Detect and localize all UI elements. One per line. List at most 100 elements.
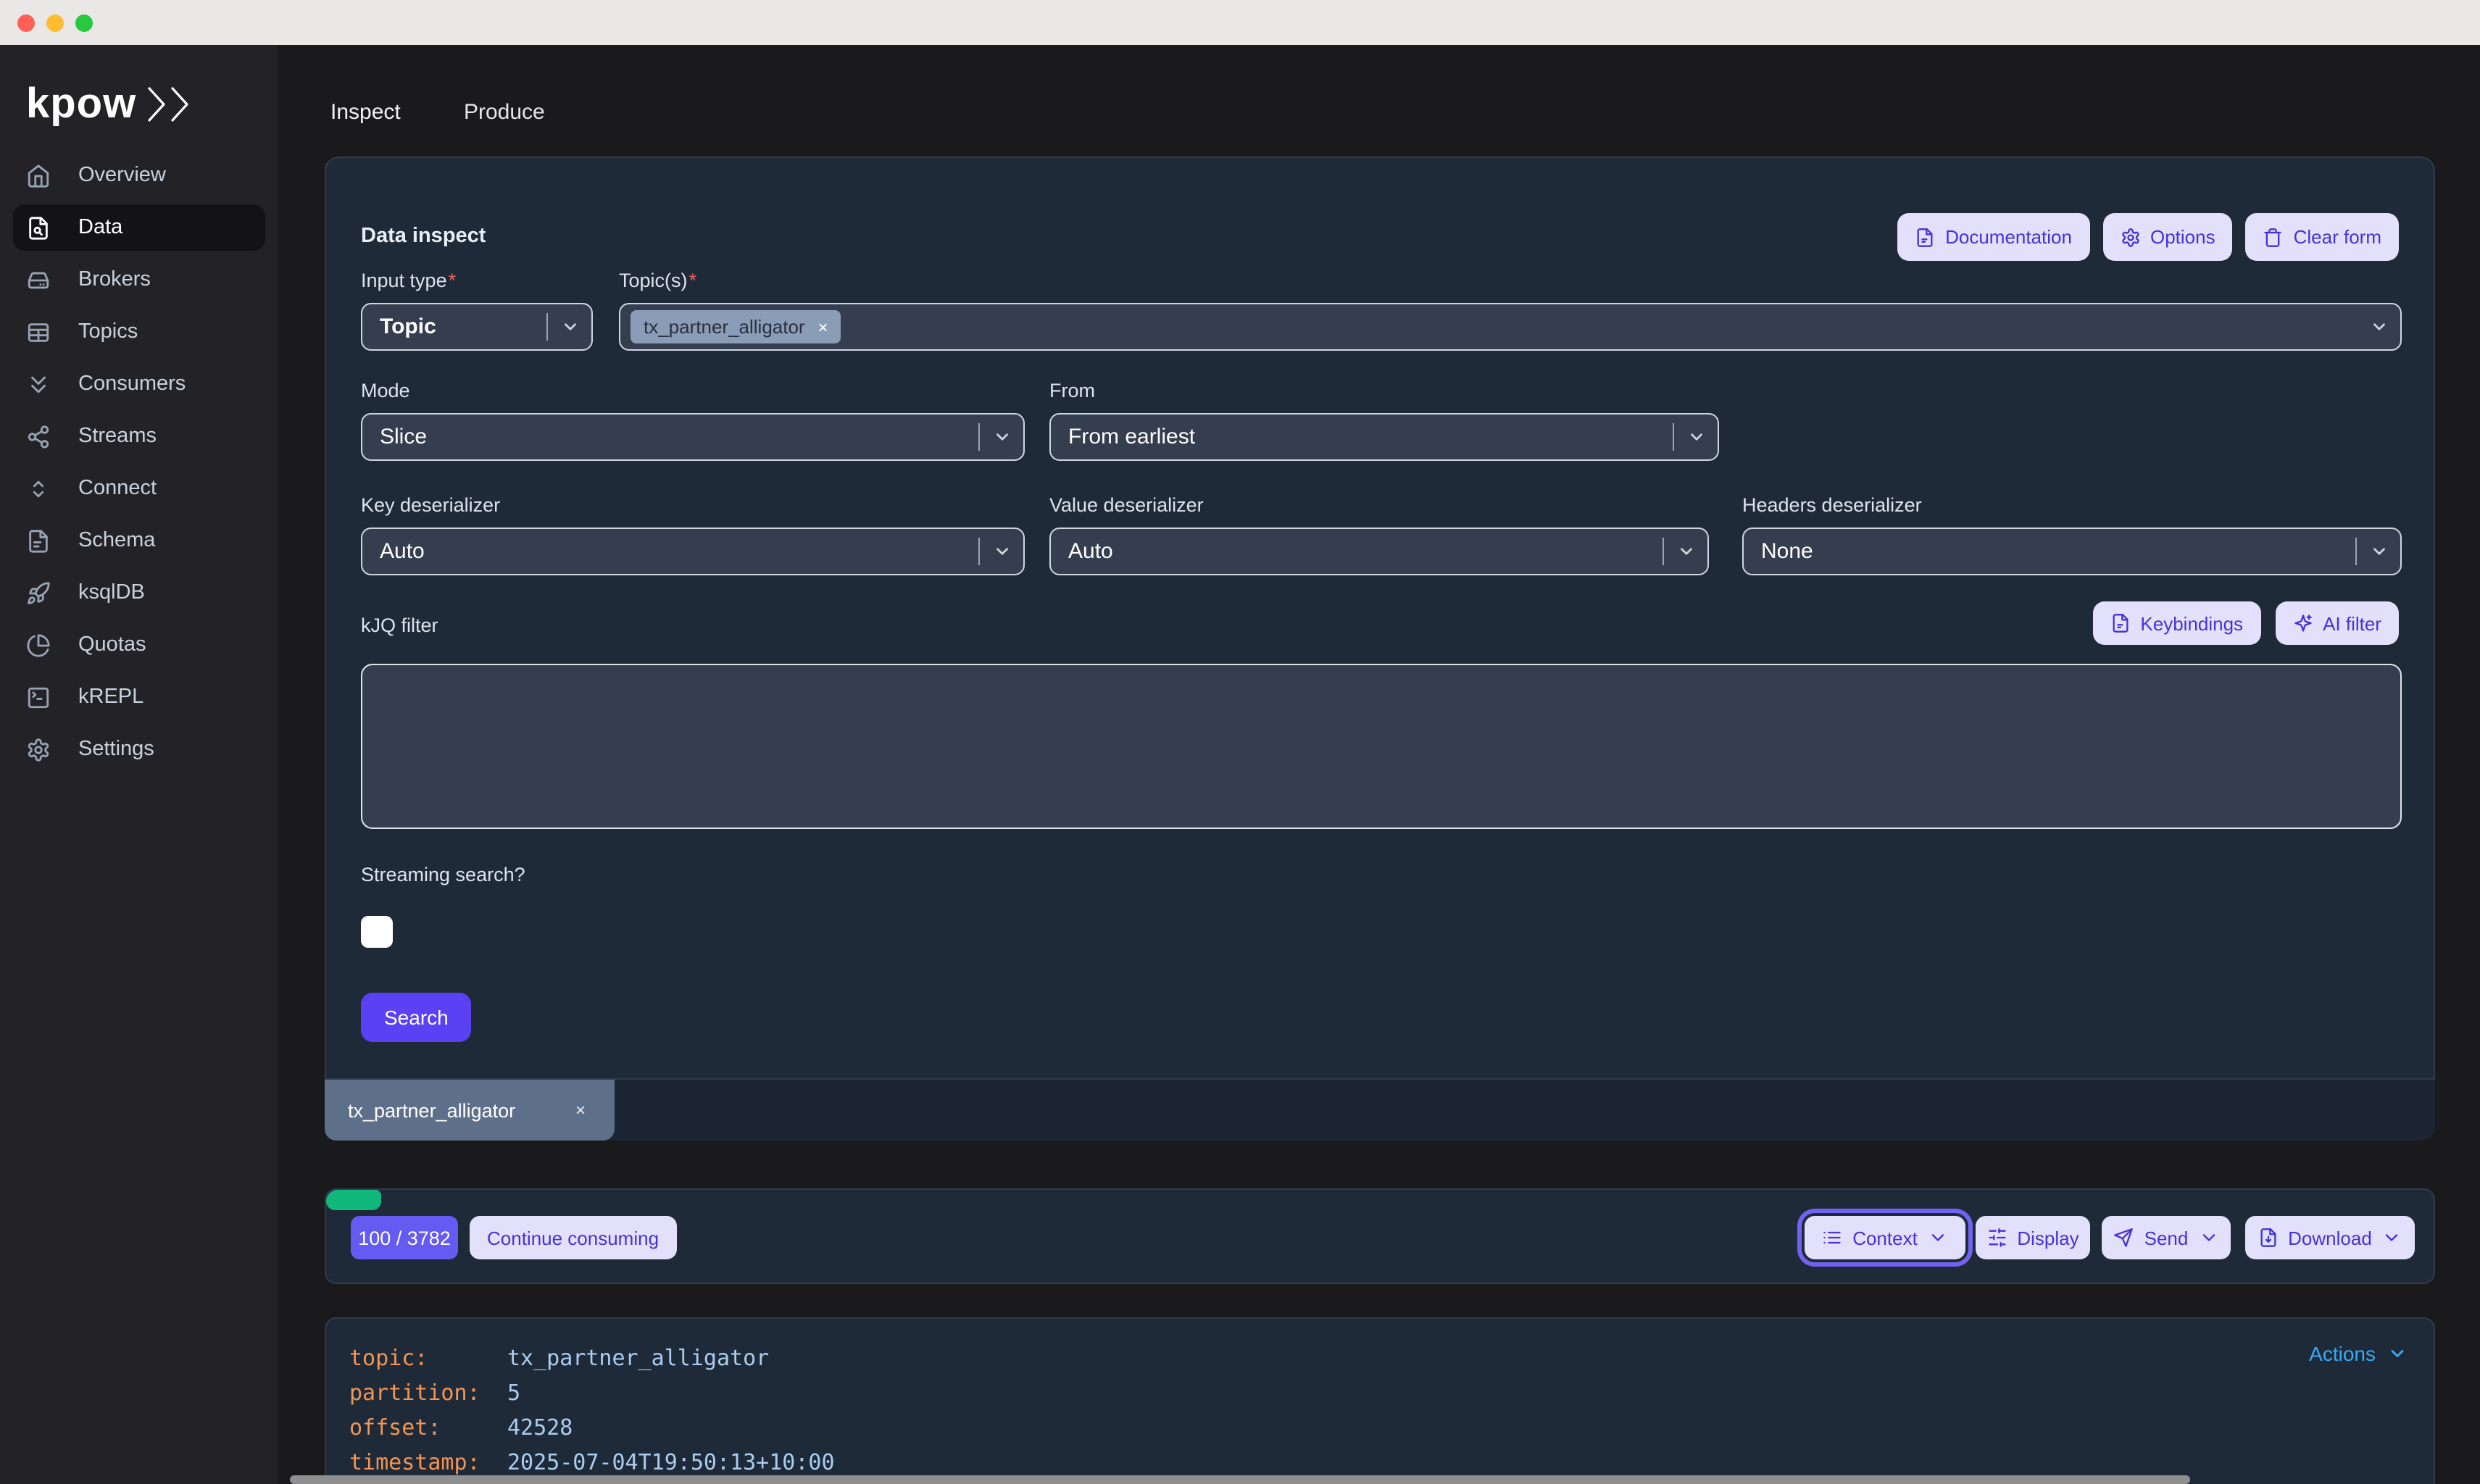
record-key: timestamp: xyxy=(349,1445,507,1480)
horizontal-scrollbar[interactable] xyxy=(290,1475,2190,1484)
chevron-down-icon xyxy=(980,542,1023,561)
tab-produce[interactable]: Produce xyxy=(464,100,545,125)
headers-deserializer-select[interactable]: None xyxy=(1742,528,2402,575)
result-tab-label: tx_partner_alligator xyxy=(348,1099,515,1121)
file-download-icon xyxy=(2258,1227,2278,1248)
chevron-down-icon xyxy=(1664,542,1707,561)
record-value: 42528 xyxy=(507,1410,573,1445)
result-tab[interactable]: tx_partner_alligator × xyxy=(325,1080,615,1141)
sidebar-item-data[interactable]: Data xyxy=(13,204,265,251)
search-button[interactable]: Search xyxy=(361,993,472,1042)
sidebar-item-label: Overview xyxy=(78,164,166,187)
result-count-badge: 100 / 3782 xyxy=(351,1216,458,1259)
sidebar-item-label: Quotas xyxy=(78,633,146,656)
sidebar-item-settings[interactable]: Settings xyxy=(13,726,265,772)
home-icon xyxy=(26,163,51,188)
mode-value: Slice xyxy=(362,425,978,449)
trash-icon xyxy=(2263,227,2284,247)
minimize-window-button[interactable] xyxy=(46,14,64,31)
sidebar-item-ksqldb[interactable]: ksqlDB xyxy=(13,570,265,616)
context-button[interactable]: Context xyxy=(1805,1216,1965,1259)
document-icon xyxy=(1915,227,1935,247)
display-button[interactable]: Display xyxy=(1976,1216,2090,1259)
sidebar: kpow Overview Data Broker xyxy=(0,45,278,1484)
options-button[interactable]: Options xyxy=(2102,213,2233,261)
rocket-icon xyxy=(26,580,51,605)
kpow-logo: kpow xyxy=(26,77,278,132)
record-value: 5 xyxy=(507,1375,520,1410)
chevron-down-icon xyxy=(548,317,591,336)
sidebar-item-label: kREPL xyxy=(78,685,143,709)
sliders-icon xyxy=(1986,1227,2007,1248)
sidebar-item-quotas[interactable]: Quotas xyxy=(13,622,265,668)
keybindings-label: Keybindings xyxy=(2140,612,2243,634)
documentation-button[interactable]: Documentation xyxy=(1897,213,2089,261)
download-label: Download xyxy=(2288,1227,2372,1249)
list-icon xyxy=(1822,1227,1842,1248)
sidebar-item-topics[interactable]: Topics xyxy=(13,309,265,355)
record-row-timestamp: timestamp: 2025-07-04T19:50:13+10:00 xyxy=(349,1445,2434,1480)
mode-select[interactable]: Slice xyxy=(361,413,1025,461)
zoom-window-button[interactable] xyxy=(75,14,93,31)
documentation-label: Documentation xyxy=(1945,226,2072,248)
send-label: Send xyxy=(2144,1227,2189,1249)
value-deserializer-select[interactable]: Auto xyxy=(1049,528,1709,575)
kjq-filter-textarea[interactable] xyxy=(361,664,2402,829)
options-label: Options xyxy=(2150,226,2215,248)
chevron-down-icon xyxy=(2357,542,2400,561)
download-button[interactable]: Download xyxy=(2245,1216,2415,1259)
result-tab-close-icon[interactable]: × xyxy=(575,1100,586,1120)
kpow-chevrons-icon xyxy=(146,86,196,123)
sidebar-nav: Overview Data Brokers Topics Consumers xyxy=(0,152,278,772)
input-type-label: Input type* xyxy=(361,270,456,291)
sidebar-item-schema[interactable]: Schema xyxy=(13,517,265,564)
sidebar-item-label: ksqlDB xyxy=(78,581,145,604)
from-select[interactable]: From earliest xyxy=(1049,413,1719,461)
sidebar-item-overview[interactable]: Overview xyxy=(13,152,265,199)
record-row-offset: offset: 42528 xyxy=(349,1410,2434,1445)
key-deserializer-select[interactable]: Auto xyxy=(361,528,1025,575)
sidebar-item-krepl[interactable]: kREPL xyxy=(13,674,265,720)
sidebar-item-consumers[interactable]: Consumers xyxy=(13,361,265,407)
from-value: From earliest xyxy=(1051,425,1673,449)
tab-inspect[interactable]: Inspect xyxy=(330,100,401,125)
actions-label: Actions xyxy=(2309,1342,2376,1365)
gear-icon xyxy=(26,737,51,762)
clear-form-button[interactable]: Clear form xyxy=(2246,213,2399,261)
streaming-search-checkbox[interactable] xyxy=(361,916,393,948)
chip-close-icon[interactable]: × xyxy=(818,317,828,337)
record-actions-button[interactable]: Actions xyxy=(2309,1342,2408,1365)
key-deserializer-label: Key deserializer xyxy=(361,494,500,516)
keybindings-button[interactable]: Keybindings xyxy=(2092,601,2260,645)
input-type-value: Topic xyxy=(362,314,546,339)
topics-multiselect[interactable]: tx_partner_alligator × xyxy=(619,303,2402,351)
display-label: Display xyxy=(2017,1227,2079,1249)
sidebar-item-label: Consumers xyxy=(78,372,186,396)
chevron-down-icon xyxy=(1928,1227,1948,1248)
kjq-filter-label: kJQ filter xyxy=(361,614,438,636)
sidebar-item-streams[interactable]: Streams xyxy=(13,413,265,459)
record-value: 2025-07-04T19:50:13+10:00 xyxy=(507,1445,835,1480)
sidebar-item-connect[interactable]: Connect xyxy=(13,465,265,512)
record-key: offset: xyxy=(349,1410,507,1445)
ai-filter-button[interactable]: AI filter xyxy=(2275,601,2399,645)
chevron-down-icon xyxy=(2382,1227,2402,1248)
record-key: topic: xyxy=(349,1341,507,1375)
continue-consuming-button[interactable]: Continue consuming xyxy=(470,1216,676,1259)
results-toolbar: 100 / 3782 Continue consuming Context Di… xyxy=(325,1188,2435,1284)
pie-chart-icon xyxy=(26,633,51,657)
hard-drive-icon xyxy=(26,267,51,292)
sidebar-item-brokers[interactable]: Brokers xyxy=(13,257,265,303)
main-content: Inspect Produce Data inspect Documentati… xyxy=(278,45,2480,1484)
close-window-button[interactable] xyxy=(17,14,35,31)
topic-chip[interactable]: tx_partner_alligator × xyxy=(631,310,841,343)
titlebar xyxy=(0,0,2480,45)
result-tab-strip: tx_partner_alligator × xyxy=(325,1080,2435,1141)
ai-filter-label: AI filter xyxy=(2323,612,2381,634)
chevron-down-icon xyxy=(1674,428,1718,446)
input-type-select[interactable]: Topic xyxy=(361,303,593,351)
headers-deserializer-value: None xyxy=(1744,539,2355,564)
record-row-partition: partition: 5 xyxy=(349,1375,2434,1410)
send-button[interactable]: Send xyxy=(2102,1216,2231,1259)
sidebar-item-label: Settings xyxy=(78,738,154,761)
